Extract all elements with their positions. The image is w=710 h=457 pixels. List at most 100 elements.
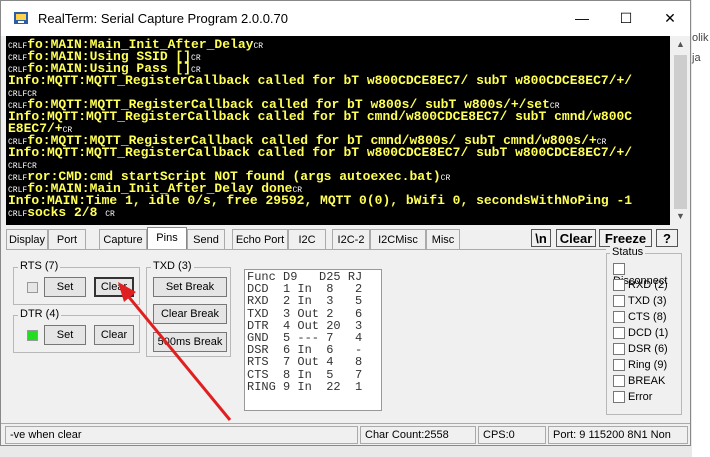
app-icon [14,12,28,24]
terminal-text: socks 2/8 [27,205,106,220]
rts-set-button[interactable]: Set [44,277,86,297]
cps-readout: CPS:0 [478,426,546,444]
status-indicator-label: RXD (2) [628,279,668,291]
terminal-line: Info:MQTT:MQTT_RegisterCallback called f… [8,73,633,88]
pin-mapping-table: Func D9 D25 RJ DCD 1 In 8 2 RXD 2 In 3 5 TX… [244,269,382,411]
tab-port[interactable]: Port [48,229,86,249]
scroll-thumb[interactable] [674,55,687,209]
control-char-marker: CRLF [8,174,28,183]
status-led-icon [613,279,625,292]
status-led-icon [613,375,625,388]
pin-table-row: DSR 6 In 6 - [247,343,363,358]
tab-pins[interactable]: Pins [147,227,187,250]
port-settings: Port: 9 115200 8N1 Non [548,426,688,444]
terminal-output[interactable]: CRLFfo:MAIN:Main_Init_After_DelayCR CRLFf… [6,36,670,225]
tab-capture[interactable]: Capture [99,229,147,249]
pin-table-row: CTS 8 In 5 7 [247,367,363,382]
tab-i2c[interactable]: I2C [288,229,326,249]
status-indicator-label: DCD (1) [628,327,669,339]
pin-table-row: DTR 4 Out 20 3 [247,318,363,333]
control-char-marker: CR [105,210,115,219]
rts-indicator-lamp [27,282,38,293]
terminal-line: Info:MQTT:MQTT_RegisterCallback called f… [8,145,633,160]
pin-table-row: TXD 3 Out 2 6 [247,306,363,321]
status-led-icon [613,295,625,308]
control-char-marker: CRLF [8,210,28,219]
tab-i2cmisc[interactable]: I2CMisc [370,229,426,249]
dtr-set-button[interactable]: Set [44,325,86,345]
terminal-text: Info:MQTT:MQTT_RegisterCallback called f… [8,73,633,88]
control-char-marker: CRLF [8,162,28,171]
status-bar: -ve when clear Char Count:2558 CPS:0 Por… [1,423,690,445]
clear-terminal-button[interactable]: Clear [556,229,596,247]
status-indicator: DCD (1) [613,327,669,340]
char-count: Char Count:2558 [360,426,476,444]
terminal-line: CRLFsocks 2/8 CR [8,205,115,221]
control-char-marker: CRLF [8,90,28,99]
background-text-1: olik [692,32,709,44]
scroll-down-arrow-icon[interactable]: ▼ [672,208,689,225]
pin-table-row: RXD 2 In 3 5 [247,294,363,309]
scroll-up-arrow-icon[interactable]: ▲ [672,36,689,53]
tab-display[interactable]: Display [6,229,48,249]
control-char-marker: CR [191,54,201,63]
freeze-button[interactable]: Freeze [599,229,652,247]
control-char-marker: CR [253,42,264,51]
status-indicator: CTS (8) [613,311,667,324]
dtr-indicator-lamp [27,330,38,341]
window-title: RealTerm: Serial Capture Program 2.0.0.7… [38,11,289,26]
status-indicator-label: CTS (8) [628,311,667,323]
terminal-text: Info:MQTT:MQTT_RegisterCallback called f… [8,145,633,160]
pin-table-row: RTS 7 Out 4 8 [247,355,363,370]
maximize-button[interactable]: ☐ [615,8,637,28]
terminal-scrollbar[interactable]: ▲ ▼ [672,36,689,225]
tab-misc[interactable]: Misc [426,229,460,249]
status-indicator: Ring (9) [613,359,668,372]
pin-table-row: GND 5 --- 7 4 [247,331,363,345]
tab-echo-port[interactable]: Echo Port [232,229,288,249]
rts-label: RTS (7) [18,260,61,272]
dtr-label: DTR (4) [18,308,62,320]
rts-clear-button[interactable]: Clear [94,277,134,297]
status-indicator-label: Error [628,391,653,403]
control-char-marker: CRLF [8,54,28,63]
pin-table-row: RING 9 In 22 1 [247,379,363,394]
background-text-2: ja [692,52,701,64]
status-led-icon [613,343,625,356]
minimize-button[interactable]: — [571,8,593,28]
title-bar: RealTerm: Serial Capture Program 2.0.0.7… [1,1,690,36]
pin-table-header: Func D9 D25 RJ [247,270,363,284]
set-break-button[interactable]: Set Break [153,277,227,297]
status-indicator: RXD (2) [613,279,668,292]
status-indicator: TXD (3) [613,295,667,308]
status-led-icon [613,263,625,276]
terminal-line: Info:MQTT:MQTT_RegisterCallback called f… [8,109,633,124]
status-led-icon [613,327,625,340]
control-char-marker: CR [440,174,451,183]
status-indicator: DSR (6) [613,343,668,356]
status-indicator-label: Ring (9) [628,359,668,371]
txd-label: TXD (3) [151,260,194,272]
status-hint: -ve when clear [5,426,358,444]
status-indicator-label: DSR (6) [628,343,668,355]
close-button[interactable]: ✕ [659,8,681,28]
control-char-marker: CRLF [8,42,28,51]
status-indicator-label: TXD (3) [628,295,667,307]
status-label: Status [610,246,646,258]
status-group: Status Disconnect RXD (2) TXD (3) CTS (8) DC… [606,246,682,415]
status-led-icon [613,391,625,404]
realterm-window: RealTerm: Serial Capture Program 2.0.0.7… [0,0,691,446]
status-indicator: BREAK [613,375,666,388]
status-indicator: Error [613,391,653,404]
help-button[interactable]: ? [656,229,678,247]
500ms-break-button[interactable]: 500ms Break [153,332,227,352]
tab-send[interactable]: Send [187,229,225,249]
terminal-text: Info:MQTT:MQTT_RegisterCallback called f… [8,109,633,124]
clear-break-button[interactable]: Clear Break [153,304,227,324]
dtr-clear-button[interactable]: Clear [94,325,134,345]
tab-i2c-2[interactable]: I2C-2 [332,229,370,249]
status-led-icon [613,359,625,372]
status-indicator-label: BREAK [628,375,666,387]
newline-toggle-button[interactable]: \n [531,229,551,247]
pin-table-row: DCD 1 In 8 2 [247,282,363,297]
